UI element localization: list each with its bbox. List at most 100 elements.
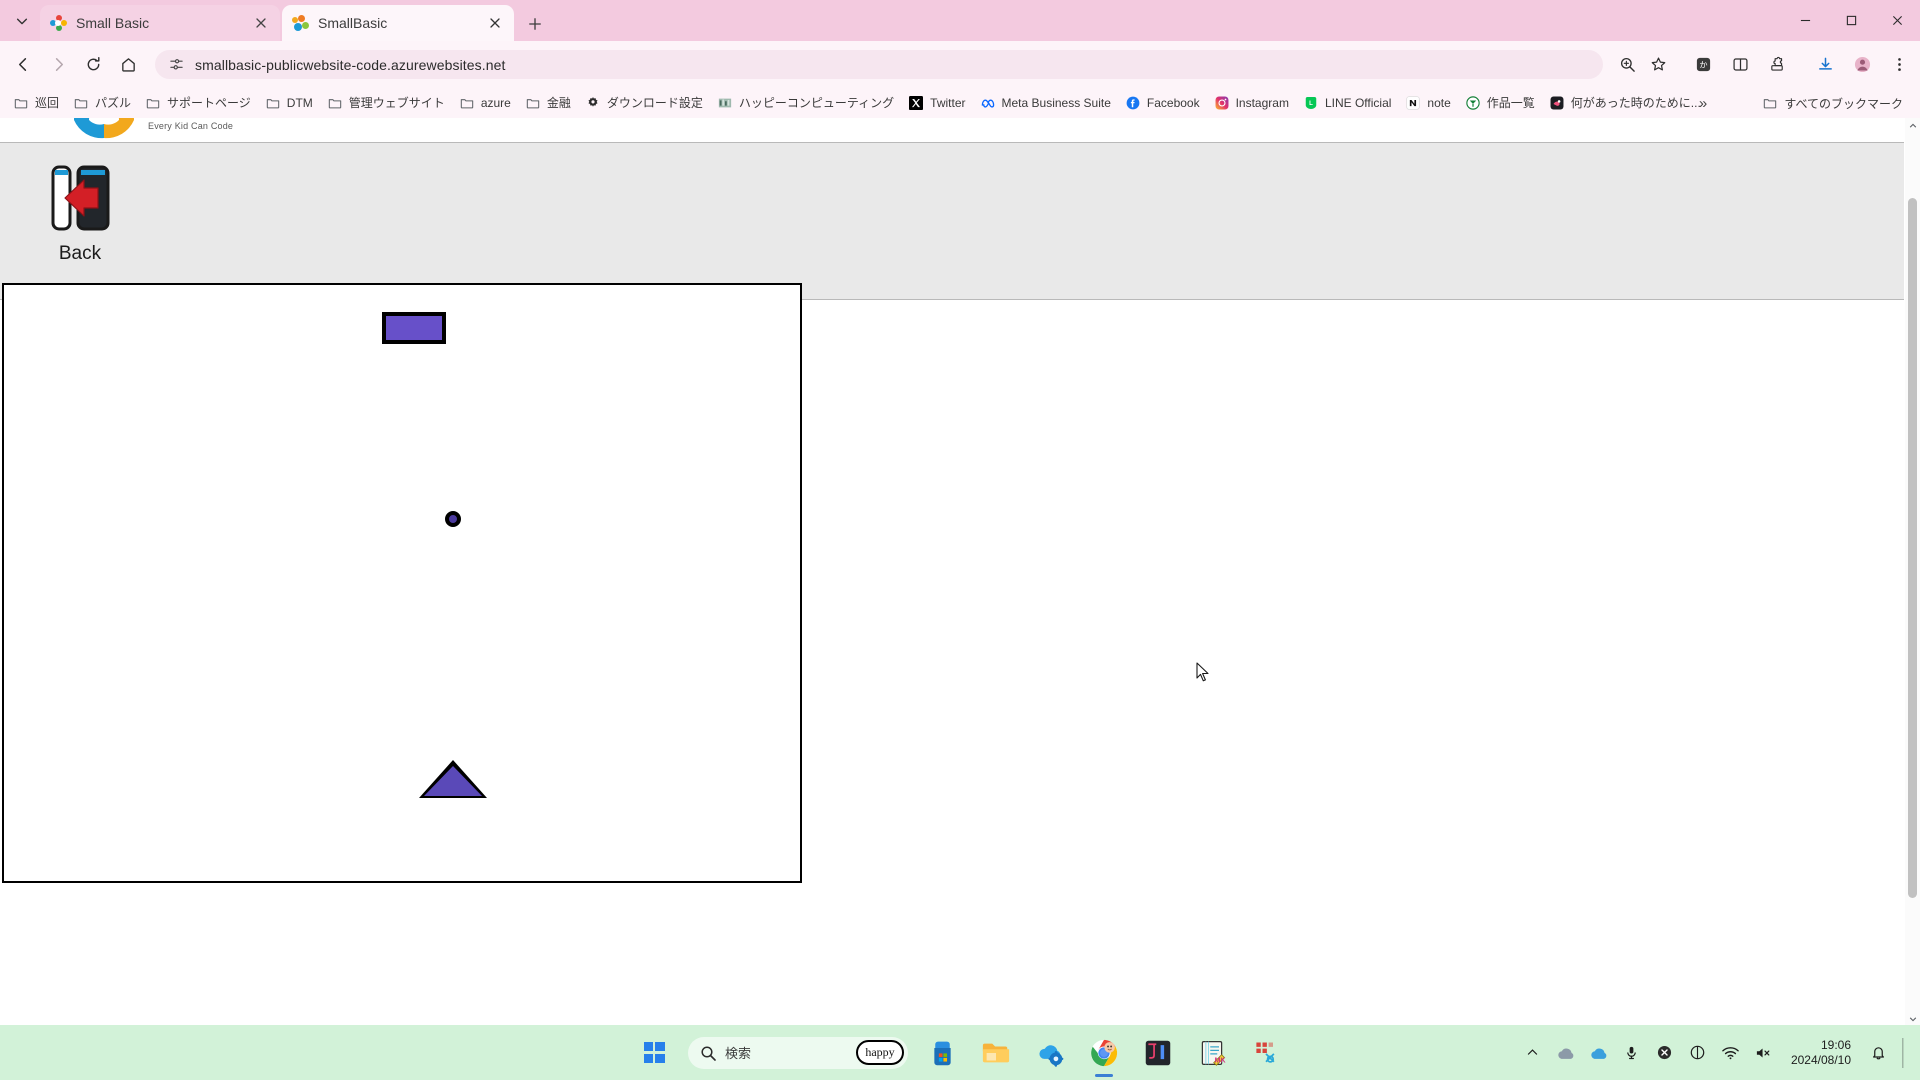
bookmark-item[interactable]: Meta Business Suite (973, 91, 1118, 115)
caret-up-icon[interactable] (1523, 1043, 1543, 1063)
microsoft-store-icon[interactable] (922, 1033, 962, 1073)
scroll-up-caret-up-icon[interactable] (1905, 118, 1920, 133)
svg-text:か: か (1699, 60, 1707, 69)
bookmark-item[interactable]: note (1398, 91, 1457, 115)
folder-icon (73, 95, 89, 111)
graphics-window[interactable] (2, 283, 802, 883)
browser-tab-inactive[interactable]: Small Basic (40, 5, 280, 41)
arrow-left-icon[interactable] (8, 49, 38, 79)
onedrive-cloud-icon[interactable] (1556, 1043, 1576, 1063)
arrow-right-icon[interactable] (43, 49, 73, 79)
bookmark-label: 巡回 (35, 96, 60, 110)
scroll-down-caret-down-icon[interactable] (1905, 1011, 1920, 1026)
search-input[interactable]: 検索 happy (688, 1036, 908, 1069)
tab-close-icon[interactable] (485, 14, 504, 33)
show-desktop-icon[interactable] (1901, 1037, 1906, 1068)
gear-icon (585, 95, 601, 111)
bookmark-item[interactable]: DTM (258, 91, 320, 115)
happy-badge[interactable]: happy (856, 1039, 904, 1065)
maximize-button[interactable] (1828, 0, 1874, 41)
zoom-in-icon[interactable] (1612, 49, 1642, 79)
tab-title: Small Basic (76, 15, 150, 31)
close-button[interactable] (1874, 0, 1920, 41)
bookmark-label: DTM (286, 95, 313, 110)
note-icon (1405, 95, 1421, 111)
snipping-tool-icon[interactable] (1246, 1033, 1286, 1073)
address-bar[interactable]: smallbasic-publicwebsite-code.azurewebsi… (155, 50, 1603, 79)
minimize-button[interactable] (1782, 0, 1828, 41)
onedrive-cloud-blue-icon[interactable] (1589, 1043, 1609, 1063)
notepad-editor-icon[interactable]: MK (1192, 1033, 1232, 1073)
bookmark-item[interactable]: azure (452, 91, 518, 115)
bookmark-item[interactable]: 管理ウェブサイト (320, 91, 452, 115)
profile-avatar-icon[interactable] (1847, 49, 1877, 79)
three-dot-menu-icon[interactable] (1884, 49, 1914, 79)
line-icon: L (1303, 95, 1319, 111)
reload-icon[interactable] (78, 49, 108, 79)
bookmark-item[interactable]: ハッピーコンピューティング (710, 91, 901, 115)
windows-taskbar: 検索 happy MK 19:06 2024/08/10 (0, 1025, 1920, 1080)
bookmark-label: LINE Official (1324, 95, 1392, 110)
file-explorer-icon[interactable] (976, 1033, 1016, 1073)
download-icon[interactable] (1810, 49, 1840, 79)
smallbasic-favicon (50, 14, 67, 32)
bookmark-item[interactable]: パズル (66, 91, 138, 115)
browser-tab-active[interactable]: SmallBasic (282, 5, 514, 41)
folder-icon (459, 95, 475, 111)
bookmark-item[interactable]: Instagram (1207, 91, 1296, 115)
bookmark-item[interactable]: Twitter (901, 91, 972, 115)
browser-toolbar: smallbasic-publicwebsite-code.azurewebsi… (0, 41, 1920, 87)
instagram-icon (1214, 95, 1230, 111)
folder-icon (265, 95, 281, 111)
svg-text:L: L (1309, 100, 1313, 107)
bookmark-label: 作品一覧 (1486, 96, 1535, 110)
bookmark-label: ハッピーコンピューティング (738, 96, 895, 110)
bookmarks-overflow-button[interactable]: » (1691, 91, 1715, 115)
new-tab-button[interactable] (522, 11, 548, 37)
dark-app-icon (1549, 95, 1565, 111)
folder-icon (1762, 95, 1778, 111)
tab-search-chevron-down-icon[interactable] (4, 4, 40, 37)
bookmark-item[interactable]: 巡回 (6, 91, 66, 115)
address-bar-url: smallbasic-publicwebsite-code.azurewebsi… (195, 56, 506, 73)
puzzle-extension-icon[interactable]: か (1688, 49, 1718, 79)
bookmark-item[interactable]: L LINE Official (1296, 91, 1398, 115)
split-screen-icon[interactable] (1725, 49, 1755, 79)
microphone-icon[interactable] (1622, 1043, 1642, 1063)
focus-assist-icon[interactable] (1688, 1043, 1708, 1063)
onedrive-settings-icon[interactable] (1030, 1033, 1070, 1073)
puzzle-piece-icon[interactable] (1762, 49, 1792, 79)
page-scrollbar[interactable] (1905, 118, 1920, 1026)
back-button[interactable] (41, 161, 119, 237)
folder-icon (145, 95, 161, 111)
shape-rectangle (382, 312, 446, 344)
all-bookmarks-button[interactable]: すべてのブックマーク (1755, 91, 1910, 115)
intellij-idea-icon[interactable] (1138, 1033, 1178, 1073)
circle-x-icon[interactable] (1655, 1043, 1675, 1063)
toolbar-ribbon: Back (0, 142, 1904, 300)
tab-close-icon[interactable] (251, 14, 270, 33)
bookmark-item[interactable]: 金融 (518, 91, 578, 115)
google-chrome-icon[interactable] (1084, 1033, 1124, 1073)
scrollbar-thumb[interactable] (1908, 198, 1917, 898)
bookmark-item[interactable]: サポートページ (138, 91, 258, 115)
bookmark-label: Twitter (930, 95, 966, 110)
bookmark-item[interactable]: ダウンロード設定 (578, 91, 710, 115)
small-basic-logo (64, 118, 144, 142)
bookmark-item[interactable]: 作品一覧 (1458, 91, 1542, 115)
star-icon[interactable] (1643, 49, 1673, 79)
browser-chrome: Small Basic SmallBasic smallbasic-public… (0, 0, 1920, 118)
bookmark-item[interactable]: Facebook (1118, 91, 1207, 115)
smallbasic-favicon (292, 14, 309, 32)
windows-start-icon[interactable] (634, 1033, 674, 1073)
bookmark-item[interactable]: 何があった時のために... (1542, 91, 1708, 115)
site-settings-icon[interactable] (167, 56, 185, 74)
notification-bell-icon[interactable] (1868, 1043, 1888, 1063)
svg-text:MK: MK (1215, 1057, 1226, 1064)
facebook-icon (1125, 95, 1141, 111)
wifi-icon[interactable] (1721, 1043, 1741, 1063)
bookmark-label: Instagram (1235, 95, 1289, 110)
home-icon[interactable] (113, 49, 143, 79)
clock[interactable]: 19:06 2024/08/10 (1787, 1038, 1855, 1068)
volume-muted-icon[interactable] (1754, 1043, 1774, 1063)
